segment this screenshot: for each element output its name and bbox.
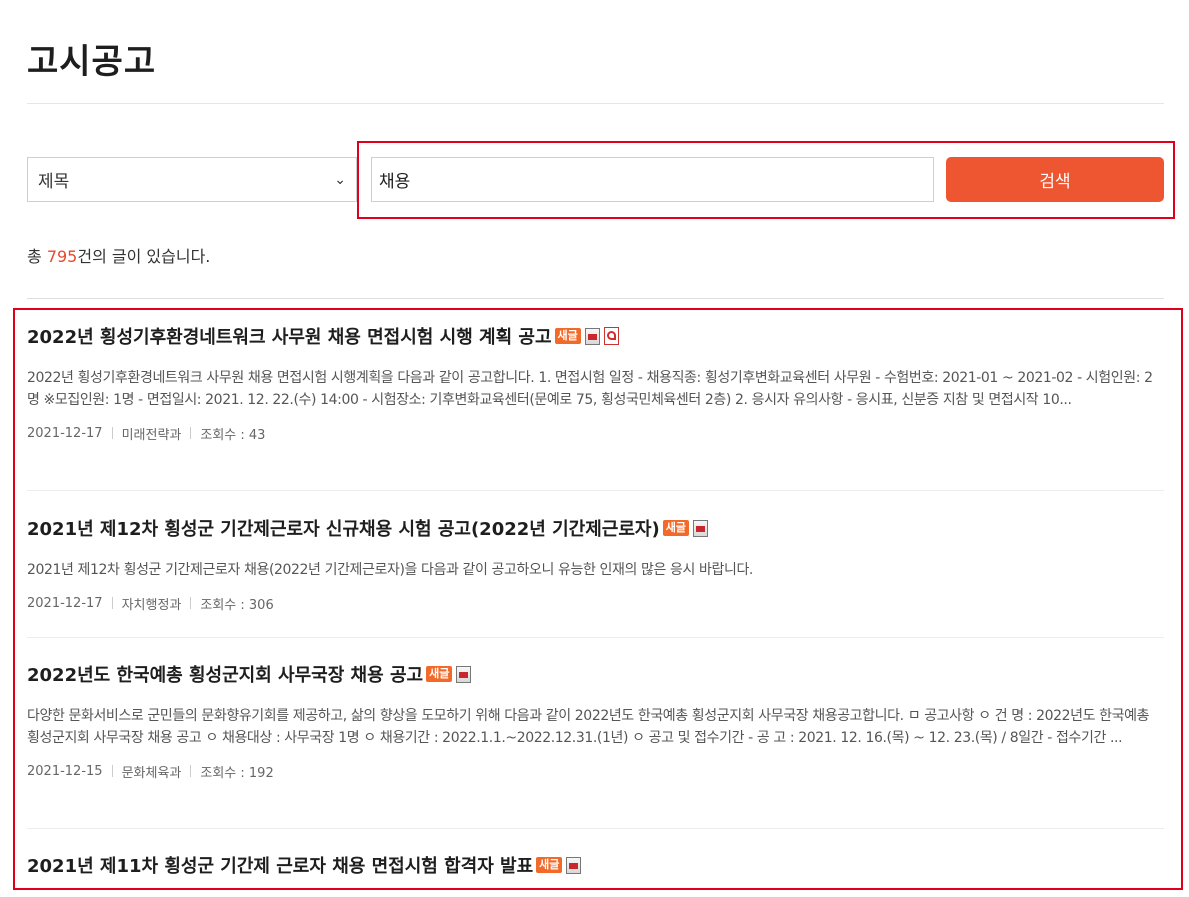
- count-divider: [27, 298, 1164, 299]
- page-title: 고시공고: [27, 42, 157, 82]
- post-summary: 2022년 횡성기후환경네트워크 사무원 채용 면접시험 시행계획을 다음과 같…: [27, 370, 1153, 408]
- search-input[interactable]: [371, 157, 934, 202]
- chevron-down-icon: ⌄: [334, 171, 346, 188]
- post-meta: 2021-12-17 자치행정과 조회수 : 306: [27, 593, 1164, 613]
- post-dept: 미래전략과: [121, 427, 182, 443]
- title-divider: [27, 103, 1164, 104]
- list-item: 2022년 횡성기후환경네트워크 사무원 채용 면접시험 시행 계획 공고 새글…: [27, 323, 1164, 443]
- post-date: 2021-12-15: [27, 763, 103, 779]
- list-item: 2021년 제11차 횡성군 기간제 근로자 채용 면접시험 합격자 발표 새글: [27, 852, 1164, 878]
- result-count-prefix: 총: [27, 247, 47, 266]
- post-title-link[interactable]: 2021년 제12차 횡성군 기간제근로자 신규채용 시험 공고(2022년 기…: [27, 515, 660, 541]
- post-dept: 자치행정과: [121, 597, 182, 613]
- new-badge-icon: 새글: [426, 666, 453, 682]
- new-badge-icon: 새글: [662, 520, 689, 536]
- list-item: 2021년 제12차 횡성군 기간제근로자 신규채용 시험 공고(2022년 기…: [27, 515, 1164, 613]
- post-title-link[interactable]: 2022년 횡성기후환경네트워크 사무원 채용 면접시험 시행 계획 공고: [27, 323, 552, 349]
- list-item: 2022년도 한국예총 횡성군지회 사무국장 채용 공고 새글 다양한 문화서비…: [27, 661, 1164, 781]
- post-summary: 2021년 제12차 횡성군 기간제근로자 채용(2022년 기간제근로자)을 …: [27, 562, 753, 578]
- post-title-link[interactable]: 2022년도 한국예총 횡성군지회 사무국장 채용 공고: [27, 661, 423, 687]
- post-date: 2021-12-17: [27, 595, 103, 611]
- post-date: 2021-12-17: [27, 425, 103, 441]
- result-count-number: 795: [46, 247, 78, 266]
- hwp-file-icon[interactable]: [456, 665, 472, 683]
- result-count: 총 795건의 글이 있습니다.: [27, 243, 210, 267]
- new-badge-icon: 새글: [536, 857, 563, 873]
- post-dept: 문화체육과: [121, 765, 182, 781]
- result-count-suffix: 건의 글이 있습니다.: [77, 247, 211, 266]
- post-views: 조회수 : 43: [200, 427, 266, 443]
- post-divider: [27, 490, 1164, 491]
- post-views: 조회수 : 306: [200, 597, 274, 613]
- post-divider: [27, 828, 1164, 829]
- post-divider: [27, 637, 1164, 638]
- search-field-selected: 제목: [38, 172, 70, 192]
- post-meta: 2021-12-15 문화체육과 조회수 : 192: [27, 761, 1164, 781]
- hwp-file-icon[interactable]: [584, 327, 600, 345]
- search-button[interactable]: 검색: [946, 157, 1164, 202]
- post-summary: 다양한 문화서비스로 군민들의 문화향유기회를 제공하고, 삶의 향상을 도모하…: [27, 708, 1150, 746]
- search-field-select[interactable]: 제목 ⌄: [27, 157, 357, 202]
- hwp-file-icon[interactable]: [692, 519, 708, 537]
- post-meta: 2021-12-17 미래전략과 조회수 : 43: [27, 423, 1164, 443]
- pdf-file-icon[interactable]: [603, 327, 619, 345]
- post-views: 조회수 : 192: [200, 765, 274, 781]
- post-title-link[interactable]: 2021년 제11차 횡성군 기간제 근로자 채용 면접시험 합격자 발표: [27, 852, 533, 878]
- hwp-file-icon[interactable]: [566, 856, 582, 874]
- new-badge-icon: 새글: [554, 328, 581, 344]
